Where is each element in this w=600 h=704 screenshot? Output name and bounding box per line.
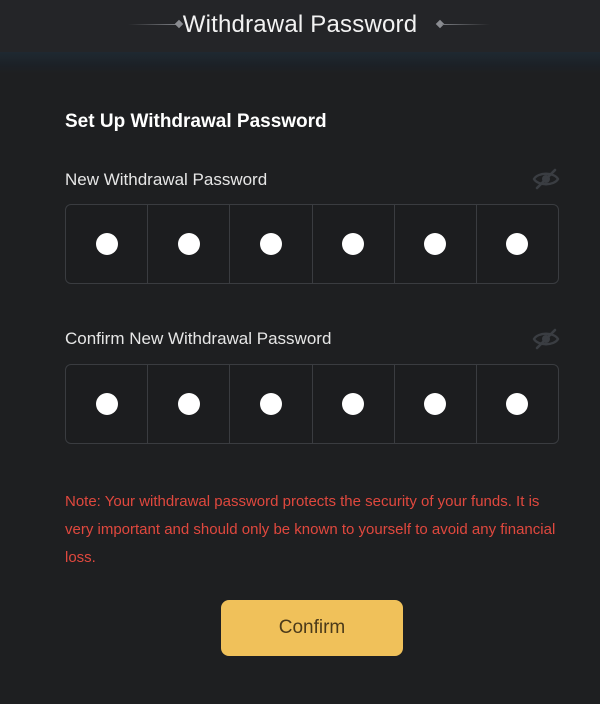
pin-digit-1[interactable] <box>66 205 149 283</box>
header-shadow <box>0 52 600 74</box>
masked-digit-dot <box>506 233 529 255</box>
masked-digit-dot <box>506 393 529 415</box>
masked-digit-dot <box>424 233 447 255</box>
masked-digit-dot <box>177 393 200 415</box>
masked-digit-dot <box>342 393 365 415</box>
masked-digit-dot <box>177 233 200 255</box>
pin-digit-3[interactable] <box>230 205 313 283</box>
header-divider-right <box>442 24 490 25</box>
confirm-button[interactable]: Confirm <box>221 600 403 656</box>
section-title: Set Up Withdrawal Password <box>65 111 327 132</box>
masked-digit-dot <box>95 393 118 415</box>
masked-digit-dot <box>95 233 118 255</box>
masked-digit-dot <box>259 233 282 255</box>
pin-digit-5[interactable] <box>395 365 477 443</box>
eye-slash-icon[interactable] <box>532 328 560 350</box>
pin-digit-1[interactable] <box>66 365 149 443</box>
page-title: Withdrawal Password <box>182 11 418 38</box>
eye-slash-icon[interactable] <box>532 168 560 190</box>
pin-digit-4[interactable] <box>313 365 395 443</box>
pin-digit-3[interactable] <box>230 365 313 443</box>
masked-digit-dot <box>259 393 282 415</box>
pin-digit-2[interactable] <box>148 365 231 443</box>
new-password-label: New Withdrawal Password <box>65 170 268 189</box>
security-note: Note: Your withdrawal password protects … <box>65 493 556 566</box>
pin-digit-6[interactable] <box>477 365 558 443</box>
pin-digit-6[interactable] <box>477 205 558 283</box>
masked-digit-dot <box>342 233 365 255</box>
masked-digit-dot <box>424 393 447 415</box>
pin-digit-2[interactable] <box>148 205 231 283</box>
pin-digit-4[interactable] <box>313 205 395 283</box>
pin-digit-5[interactable] <box>395 205 477 283</box>
page-header: Withdrawal Password <box>0 0 600 52</box>
new-password-pin-input[interactable] <box>65 204 559 284</box>
confirm-password-pin-input[interactable] <box>65 364 559 444</box>
confirm-password-label: Confirm New Withdrawal Password <box>65 329 332 348</box>
